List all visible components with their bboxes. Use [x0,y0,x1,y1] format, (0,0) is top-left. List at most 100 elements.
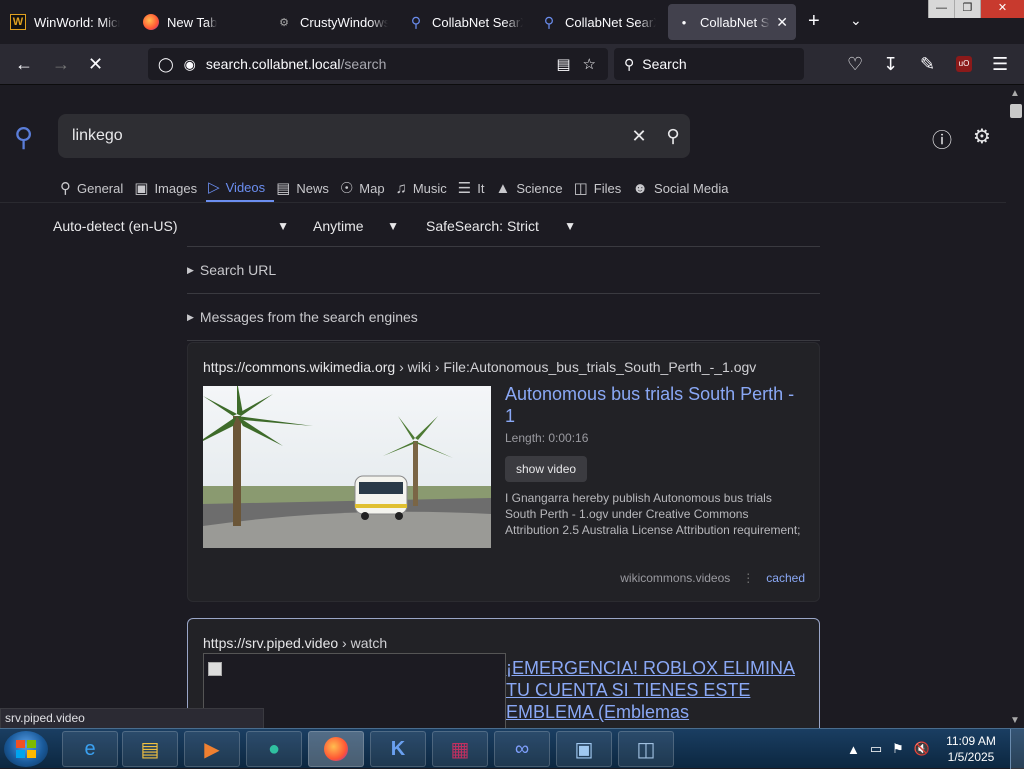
newspaper-icon: ▤ [276,180,291,197]
tracking-shield-icon[interactable]: ◯ [158,56,174,73]
tab-collabnet-2[interactable]: ⚲ CollabNet SearX [541,4,656,40]
internet-explorer-icon[interactable]: e [62,731,118,767]
hamburger-menu-icon[interactable]: ☰ [992,54,1008,74]
tab-new-tab[interactable]: New Tab [143,4,253,40]
scroll-thumb[interactable] [1010,104,1022,118]
language-select[interactable]: Auto-detect (en-US) ▼ [53,218,289,234]
tab-social-media[interactable]: ☻ Social Media [630,174,737,202]
searxng-logo-icon[interactable]: ⚲ [14,122,33,153]
tab-label: CollabNet SearX [432,14,523,30]
new-tab-button[interactable]: + [808,10,820,33]
maximize-button[interactable]: ❐ [954,0,980,18]
bookmark-star-icon[interactable]: ☆ [583,55,596,73]
result-card: https://srv.piped.video › watch ¡EMERGEN… [187,618,820,728]
category-label: Videos [225,179,266,195]
forward-arrow-icon[interactable]: → [52,54,70,74]
search-icon: ⚲ [410,13,422,30]
search-input[interactable]: linkego [72,127,622,145]
scroll-up-arrow-icon[interactable]: ▲ [1010,88,1020,99]
info-icon[interactable]: ⓘ [930,124,954,153]
stop-loading-icon[interactable]: ✕ [88,54,103,74]
tab-general[interactable]: ⚲ General [58,174,132,202]
map-pin-icon: ☉ [339,180,354,197]
search-submit-icon[interactable]: ⚲ [656,126,690,147]
tab-crustywindows[interactable]: ⚙ CrustyWindows [276,4,388,40]
result-title-link[interactable]: ¡EMERGENCIA! ROBLOX ELIMINA TU CUENTA SI… [506,657,806,723]
tab-collabnet-1[interactable]: ⚲ CollabNet SearX [408,4,523,40]
tab-science[interactable]: ▲ Science [493,174,571,202]
url-text[interactable]: search.collabnet.local/search [206,56,556,72]
network-icon[interactable]: ▭ [870,741,882,757]
result-title-link[interactable]: Autonomous bus trials South Perth - 1 [505,383,805,427]
search-url-toggle[interactable]: ▶ Search URL [187,247,820,293]
extensions-icon[interactable]: ✎ [920,54,935,74]
video-thumbnail[interactable] [203,386,491,548]
volume-muted-icon[interactable]: 🔇 [914,741,930,757]
music-note-icon: ♫ [395,179,407,197]
k-app-icon[interactable]: K [370,731,426,767]
crusty-icon: ⚙ [279,16,289,29]
page-scrollbar[interactable]: ▲ ▼ [1006,86,1024,728]
back-arrow-icon[interactable]: ← [15,54,33,74]
result-host: https://srv.piped.video [203,635,339,651]
downloads-icon[interactable]: ↧ [883,54,898,74]
tab-music[interactable]: ♫ Music [394,174,456,202]
lock-icon[interactable]: ◉ [184,56,196,73]
system-tray: ▲ ▭ ⚑ 🔇 11:09 AM 1/5/2025 [847,729,1024,769]
time-range-select[interactable]: Anytime ▼ [313,218,399,234]
result-footer: wikicommons.videos ⋮ cached [620,571,805,585]
tab-collabnet-active[interactable]: ● CollabNet Sea ✕ [668,4,796,40]
minimize-button[interactable]: — [928,0,954,18]
clear-search-icon[interactable]: ✕ [622,126,656,147]
search-placeholder: Search [642,56,687,72]
engine-messages-toggle[interactable]: ▶ Messages from the search engines [187,294,820,340]
tab-map[interactable]: ☉ Map [338,174,394,202]
winrar-icon[interactable]: ▦ [432,731,488,767]
infinity-app-icon[interactable]: ∞ [494,731,550,767]
nt-app-icon[interactable]: ◫ [618,731,674,767]
result-url[interactable]: https://srv.piped.video › watch [203,635,387,651]
header-divider [0,202,1006,203]
show-video-button[interactable]: show video [505,456,588,482]
windows-taskbar: e ▤ ▶ ● K ▦ ∞ ▣ ◫ ▲ ▭ ⚑ 🔇 11:09 AM 1/5/2… [0,728,1024,769]
reader-view-icon[interactable]: ▤ [556,55,570,73]
search-query-box[interactable]: linkego ✕ ⚲ [58,114,690,158]
result-url[interactable]: https://commons.wikimedia.org › wiki › F… [203,359,756,375]
tray-expand-icon[interactable]: ▲ [847,742,860,757]
clock[interactable]: 11:09 AM 1/5/2025 [940,733,1002,765]
virtualbox-icon[interactable]: ▣ [556,731,612,767]
tab-it[interactable]: ☰ It [456,174,494,202]
tab-images[interactable]: ▣ Images [132,174,206,202]
winworld-icon: W [10,14,26,30]
settings-gear-icon[interactable]: ⚙ [970,124,994,153]
url-bar[interactable]: ◯ ◉ search.collabnet.local/search ▤ ☆ [148,48,608,80]
tab-label: WinWorld: Micro [34,14,120,30]
pocket-icon[interactable]: ♡ [847,54,863,74]
file-explorer-icon[interactable]: ▤ [122,731,178,767]
category-label: General [77,180,124,196]
safesearch-select[interactable]: SafeSearch: Strict ▼ [426,218,576,234]
cached-link[interactable]: cached [766,571,805,585]
tab-news[interactable]: ▤ News [274,174,338,202]
tab-videos[interactable]: ▷ Videos [206,174,275,202]
disclosures: ▶ Search URL ▶ Messages from the search en… [187,246,820,341]
tab-list-chevron-icon[interactable]: ⌄ [850,12,862,29]
tab-winworld[interactable]: W WinWorld: Micro [10,4,120,40]
browser-search-box[interactable]: ⚲ Search [614,48,804,80]
close-window-button[interactable]: ✕ [980,0,1024,18]
url-path: /search [340,56,387,72]
action-center-flag-icon[interactable]: ⚑ [892,741,904,757]
start-button[interactable] [4,731,48,767]
tab-files[interactable]: ◫ Files [572,174,631,202]
ublock-icon[interactable]: uO [956,56,972,72]
result-length: Length: 0:00:16 [505,431,589,445]
search-icon: ⚲ [624,55,635,72]
close-tab-icon[interactable]: ✕ [776,14,788,31]
scroll-down-arrow-icon[interactable]: ▼ [1010,715,1020,726]
divider [187,340,820,341]
firefox-taskbar-icon[interactable] [308,731,364,767]
media-player-icon[interactable]: ▶ [184,731,240,767]
show-desktop-button[interactable] [1010,729,1024,769]
edge-browser-icon[interactable]: ● [246,731,302,767]
category-label: Map [359,180,385,196]
